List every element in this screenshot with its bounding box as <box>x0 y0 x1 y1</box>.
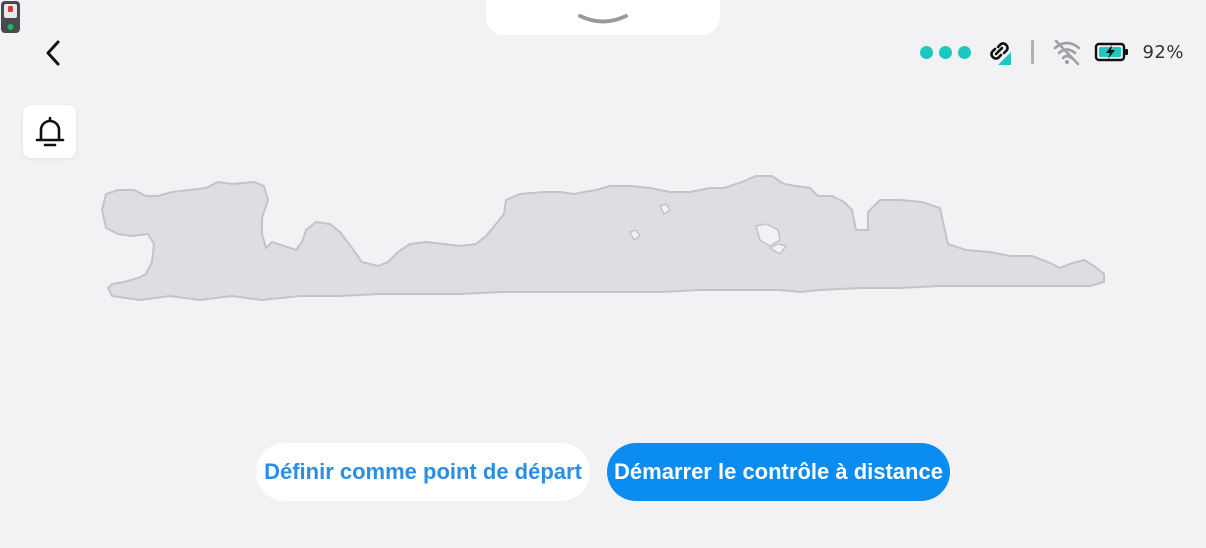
connection-dot <box>958 45 972 59</box>
mower-icon <box>1 1 20 33</box>
bell-icon <box>35 116 64 146</box>
back-button[interactable] <box>34 34 72 72</box>
obstacle <box>658 203 672 216</box>
battery-charging-icon <box>1095 42 1129 62</box>
obstacle <box>755 223 781 247</box>
map-canvas[interactable] <box>0 0 1206 548</box>
lawn-map <box>100 175 1105 302</box>
chevron-left-icon <box>46 40 60 66</box>
status-divider <box>1031 40 1035 64</box>
connection-dot <box>920 45 934 59</box>
chevron-down-icon <box>578 13 628 23</box>
connection-dots <box>920 45 972 59</box>
lawn-area <box>100 175 1105 302</box>
battery-percent: 92% <box>1142 41 1184 63</box>
pull-down-handle[interactable] <box>486 0 720 35</box>
obstacle <box>628 229 642 242</box>
wifi-off-icon <box>1054 39 1081 66</box>
obstacle <box>768 243 788 255</box>
start-remote-control-button[interactable]: Démarrer le contrôle à distance <box>607 443 950 501</box>
notifications-button[interactable] <box>23 105 76 158</box>
set-start-point-button[interactable]: Définir comme point de départ <box>256 443 590 501</box>
status-bar: 92% <box>920 34 1184 70</box>
link-signal-icon <box>990 42 1012 65</box>
connection-dot <box>939 45 953 59</box>
